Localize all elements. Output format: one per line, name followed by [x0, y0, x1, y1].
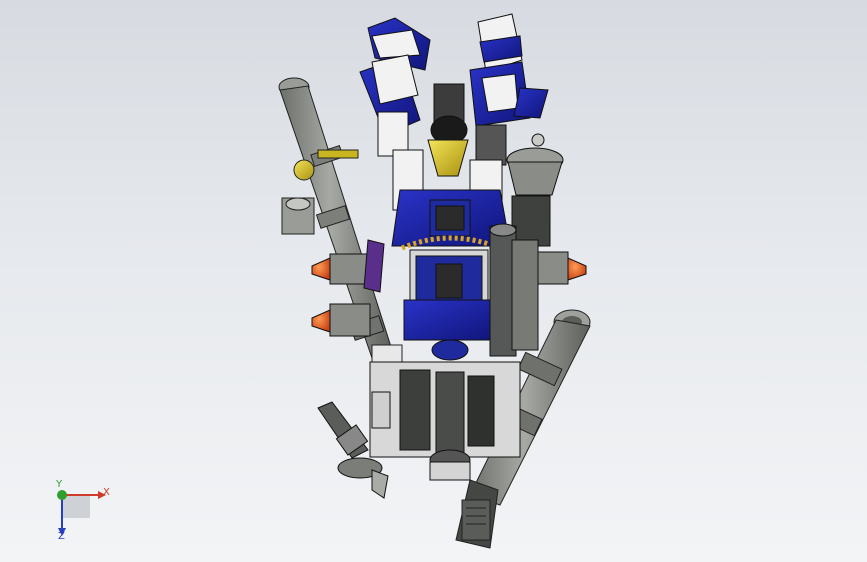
triad-z-label: Z — [58, 531, 65, 542]
triad-x-label: X — [103, 487, 110, 498]
right-gun-column[interactable] — [489, 223, 539, 357]
coordinate-triad[interactable]: X Y Z — [40, 478, 130, 548]
left-thruster-upper[interactable] — [311, 253, 371, 285]
cad-viewport[interactable]: X Y Z — [0, 0, 867, 562]
gundam-assembly-model[interactable] — [0, 0, 867, 562]
left-thruster-lower[interactable] — [311, 303, 371, 337]
upper-left-shoulder-armor[interactable] — [359, 17, 431, 157]
triad-y-label: Y — [56, 479, 63, 490]
left-purple-panel — [363, 239, 385, 293]
triad-axes — [57, 490, 106, 536]
